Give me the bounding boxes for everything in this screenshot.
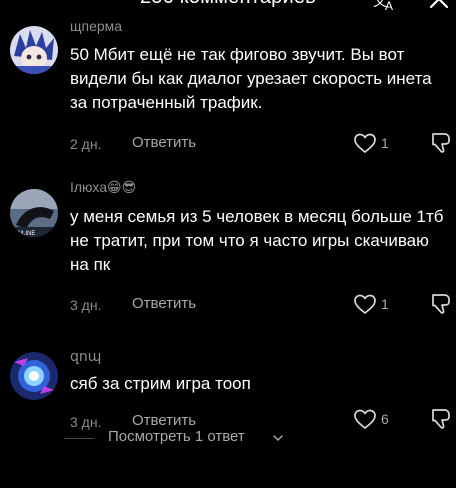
view-replies-label: Посмотреть 1 ответ (108, 428, 245, 445)
translate-icon[interactable]: 文 A (372, 0, 398, 12)
heart-icon[interactable] (353, 132, 377, 154)
chevron-down-icon (273, 435, 283, 441)
heart-icon[interactable] (353, 293, 377, 315)
comment-username[interactable]: щперма (70, 18, 122, 34)
dislike-icon[interactable] (429, 131, 453, 155)
dislike-icon[interactable] (429, 292, 453, 316)
reply-button[interactable]: Ответить (132, 412, 196, 429)
svg-text:A: A (385, 0, 393, 12)
comment-text: 50 Мбит ещё не так фигово звучит. Вы вот… (70, 45, 432, 112)
comments-sheet: 256 комментариев 文 A щперма 50 Мбит ещё … (0, 0, 456, 488)
comment-username[interactable]: Ілюха😁😎 (70, 179, 136, 196)
comment-username[interactable]: զոպ (70, 348, 101, 365)
close-icon[interactable] (426, 0, 452, 12)
like-count: 1 (381, 135, 389, 151)
avatar[interactable] (10, 26, 58, 74)
comment-time: 2 дн. (70, 136, 102, 152)
like-count: 1 (381, 296, 389, 312)
replies-divider-line (64, 438, 94, 439)
reply-button[interactable]: Ответить (132, 295, 196, 312)
comments-header: 256 комментариев 文 A (0, 0, 456, 14)
like-count: 6 (381, 411, 389, 427)
view-replies-button[interactable]: Посмотреть 1 ответ (0, 428, 456, 450)
avatar[interactable]: ONLINE (10, 189, 58, 237)
avatar[interactable] (10, 352, 58, 400)
reply-button[interactable]: Ответить (132, 134, 196, 151)
heart-icon[interactable] (353, 408, 377, 430)
comment-text: у меня семья из 5 человек в месяц больше… (70, 207, 444, 274)
svg-text:ONLINE: ONLINE (13, 231, 35, 237)
comment-time: 3 дн. (70, 297, 102, 313)
comment-text: сяб за стрим игра тооп (70, 374, 251, 393)
